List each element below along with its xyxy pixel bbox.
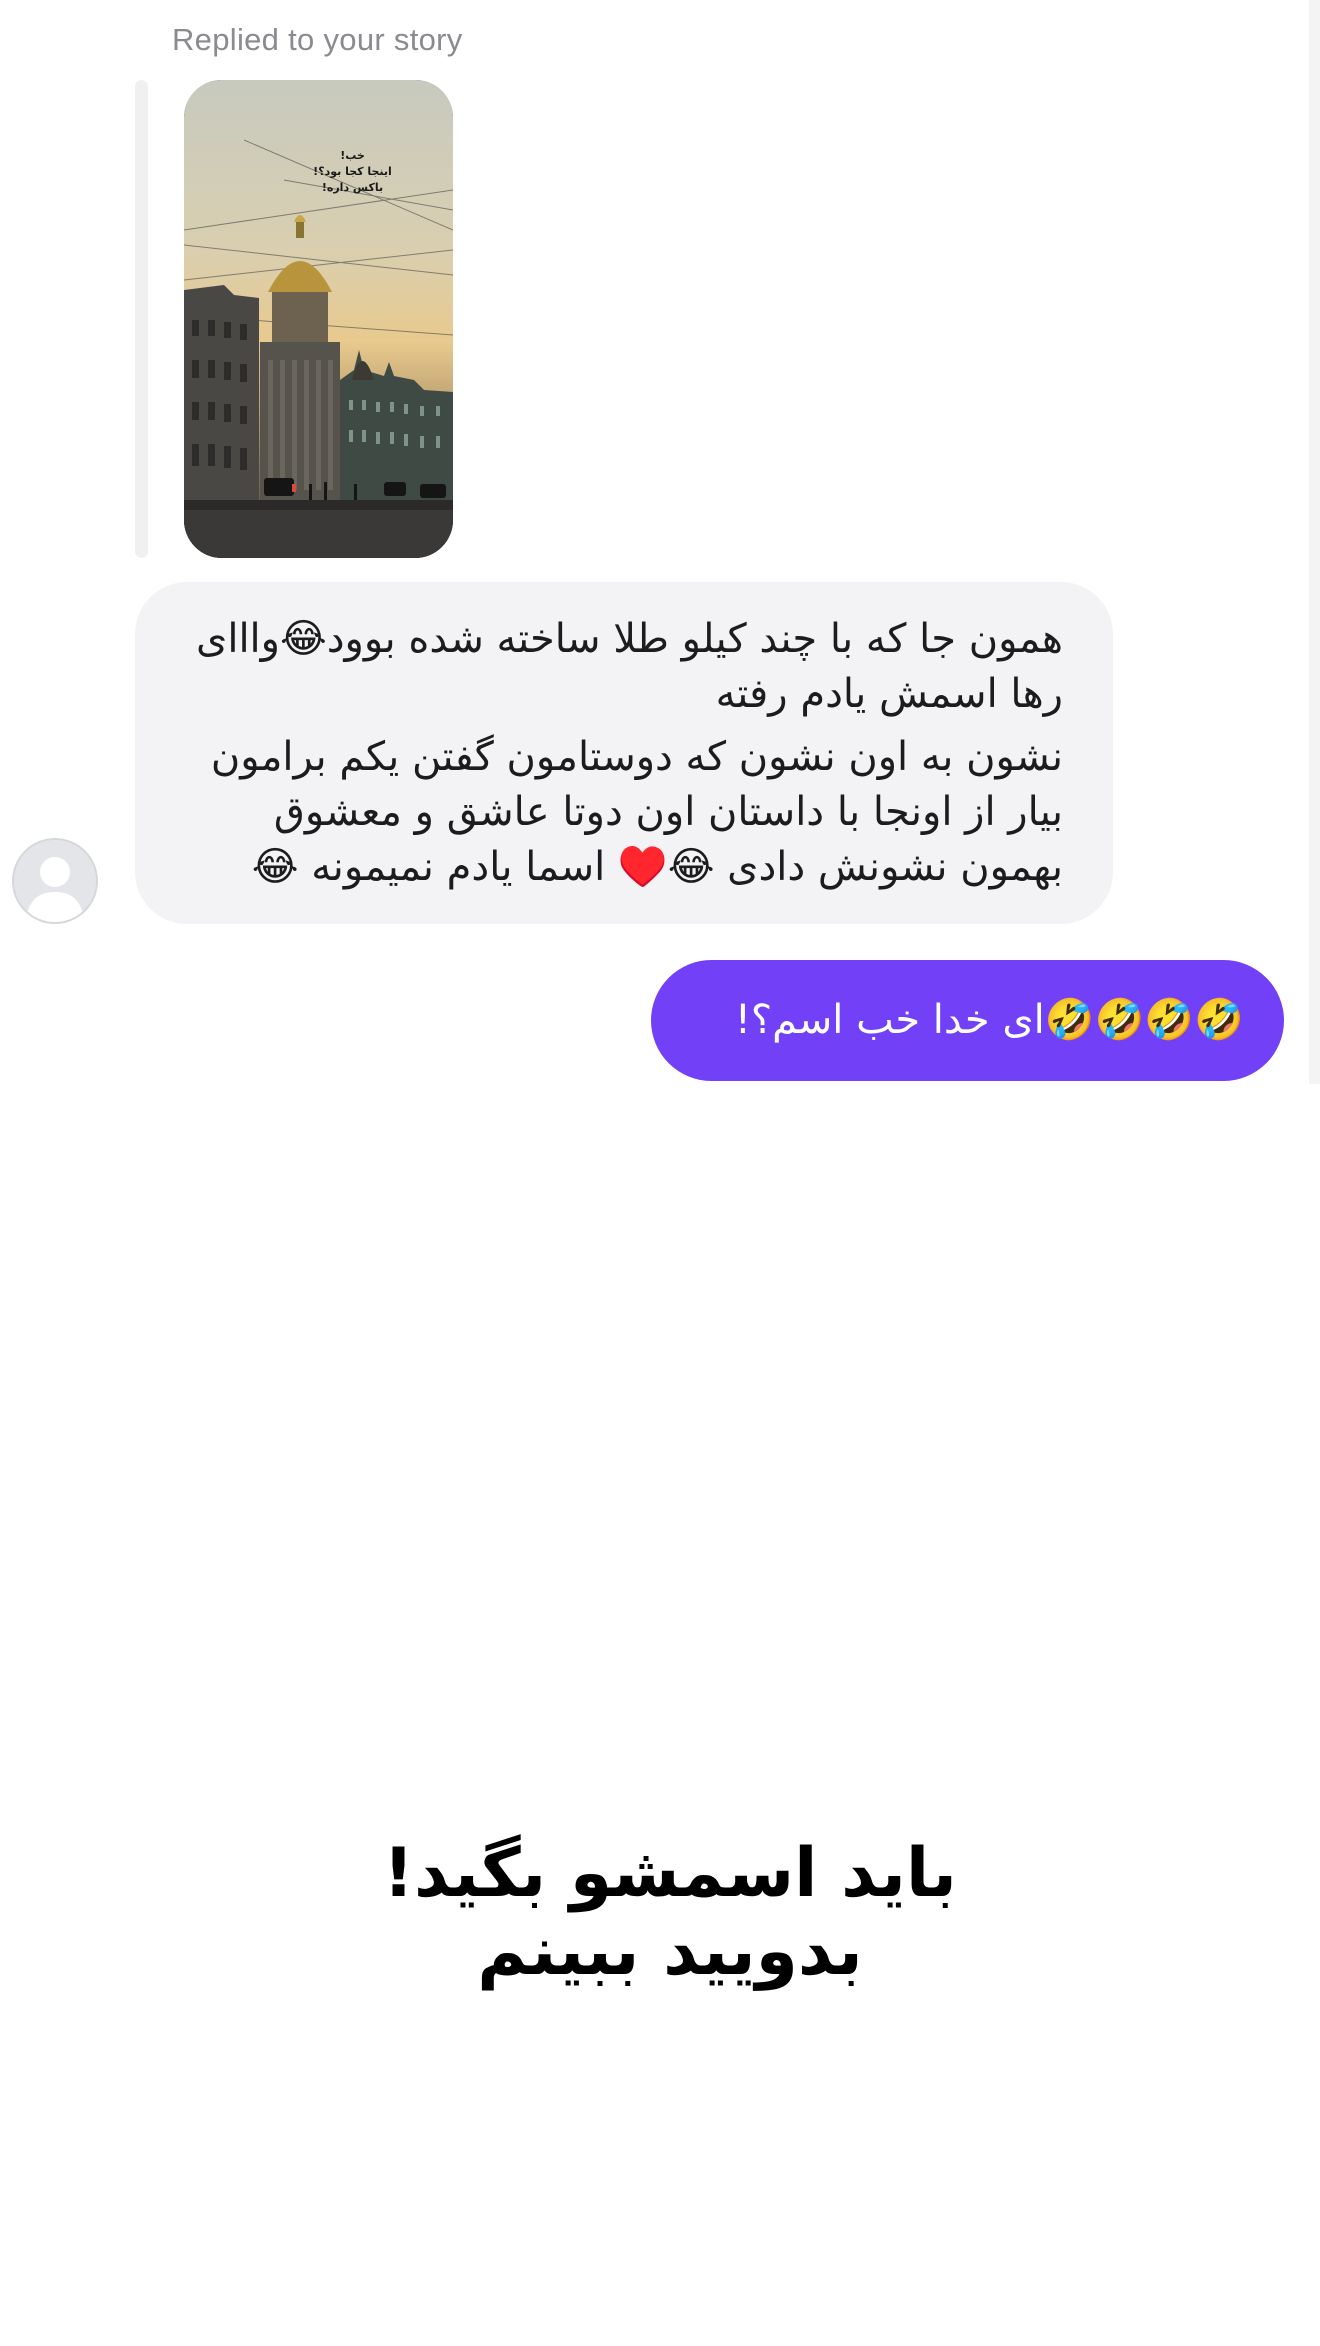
story-reply-quote-bar bbox=[135, 80, 148, 558]
default-avatar-icon bbox=[14, 840, 96, 922]
caption-line-2: بدویید ببینم bbox=[477, 1912, 863, 1991]
caption-line-1: باید اسمشو بگید! bbox=[383, 1834, 957, 1913]
story-overlay-text: خب! اینجا کجا بود؟! باکس داره! bbox=[313, 149, 392, 194]
replied-to-story-label: Replied to your story bbox=[172, 22, 463, 57]
overlay-caption: باید اسمشو بگید! بدویید ببینم bbox=[0, 1835, 1320, 1991]
message-paragraph: نشون به اون نشون که دوستامون گفتن یکم بر… bbox=[210, 734, 1063, 890]
incoming-message-bubble[interactable]: همون جا که با چند کیلو طلا ساخته شده بوو… bbox=[135, 582, 1113, 924]
sender-avatar[interactable] bbox=[12, 838, 98, 924]
story-thumbnail[interactable]: خب! اینجا کجا بود؟! باکس داره! bbox=[184, 80, 453, 558]
message-paragraph: همون جا که با چند کیلو طلا ساخته شده بوو… bbox=[196, 616, 1063, 717]
scrollbar-track[interactable] bbox=[1309, 0, 1320, 1084]
outgoing-message-bubble[interactable]: 🤣🤣🤣🤣ای خدا خب اسم؟! bbox=[651, 960, 1284, 1081]
